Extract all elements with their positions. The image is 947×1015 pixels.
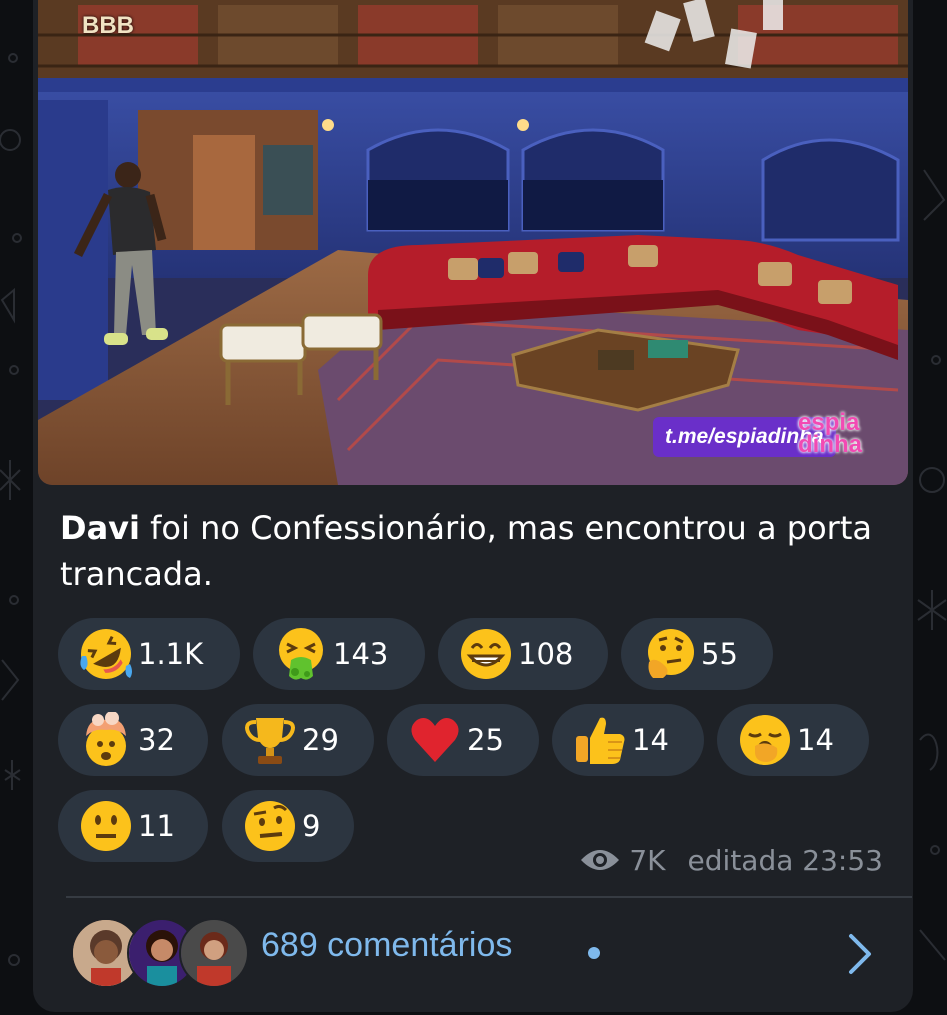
reaction-chip-raised-eyebrow[interactable]: 9 <box>222 790 354 862</box>
edited-timestamp: editada 23:53 <box>687 843 883 877</box>
neutral-face-emoji-icon <box>81 801 131 851</box>
post-video-thumbnail[interactable]: BBB t.me/espiadinha espia dinha <box>38 0 908 485</box>
chevron-right-icon <box>849 934 871 974</box>
caption-text: foi no Confessionário, mas encontrou a p… <box>60 509 872 593</box>
reaction-count: 108 <box>518 637 574 671</box>
reaction-chip-thumbs-up[interactable]: 14 <box>552 704 704 776</box>
reaction-chip-rofl[interactable]: 1.1K <box>58 618 240 690</box>
vomiting-face-emoji-icon <box>279 628 323 680</box>
reaction-count: 14 <box>632 723 669 757</box>
post-meta: 7K editada 23:53 <box>563 838 883 882</box>
thinking-face-emoji-icon <box>648 629 694 678</box>
eye-icon <box>581 850 620 870</box>
reaction-chip-vomiting[interactable]: 143 <box>253 618 425 690</box>
view-count: 7K <box>629 843 666 877</box>
espiadinha-logo: espia dinha <box>798 409 862 458</box>
bbb-channel-logo: BBB <box>82 12 134 39</box>
reaction-count: 55 <box>701 637 738 671</box>
reaction-count: 29 <box>302 723 339 757</box>
reaction-count: 25 <box>467 723 504 757</box>
comments-count-label: 689 comentários <box>261 926 513 964</box>
red-heart-emoji-icon <box>411 718 459 762</box>
reaction-count: 14 <box>797 723 834 757</box>
reaction-chip-heart[interactable]: 25 <box>387 704 539 776</box>
reaction-chip-thinking[interactable]: 55 <box>621 618 773 690</box>
caption-name: Davi <box>60 509 140 547</box>
thumbs-up-emoji-icon <box>576 717 625 764</box>
reaction-count: 143 <box>333 637 389 671</box>
reaction-count: 9 <box>302 809 321 843</box>
reaction-count: 11 <box>138 809 175 843</box>
trophy-emoji-icon <box>245 718 295 764</box>
reaction-chip-exploding-head[interactable]: 32 <box>58 704 208 776</box>
comments-button[interactable]: 689 comentários <box>33 898 913 1012</box>
rofl-emoji-icon <box>80 629 132 679</box>
exploding-head-emoji-icon <box>86 712 126 766</box>
reaction-count: 32 <box>138 723 175 757</box>
raised-eyebrow-face-emoji-icon <box>245 801 295 851</box>
avatar <box>179 918 249 988</box>
grinning-face-emoji-icon <box>461 629 511 679</box>
reaction-count: 1.1K <box>138 637 204 671</box>
commenter-avatars <box>71 918 249 988</box>
post-caption: Davi foi no Confessionário, mas encontro… <box>60 505 880 597</box>
unread-dot <box>588 947 600 959</box>
reaction-chip-trophy[interactable]: 29 <box>222 704 374 776</box>
reaction-chip-grinning[interactable]: 108 <box>438 618 608 690</box>
channel-post-card: BBB t.me/espiadinha espia dinha Davi foi … <box>33 0 913 1012</box>
yawning-face-emoji-icon <box>740 715 790 765</box>
reaction-chip-neutral[interactable]: 11 <box>58 790 208 862</box>
reaction-chip-yawning[interactable]: 14 <box>717 704 869 776</box>
